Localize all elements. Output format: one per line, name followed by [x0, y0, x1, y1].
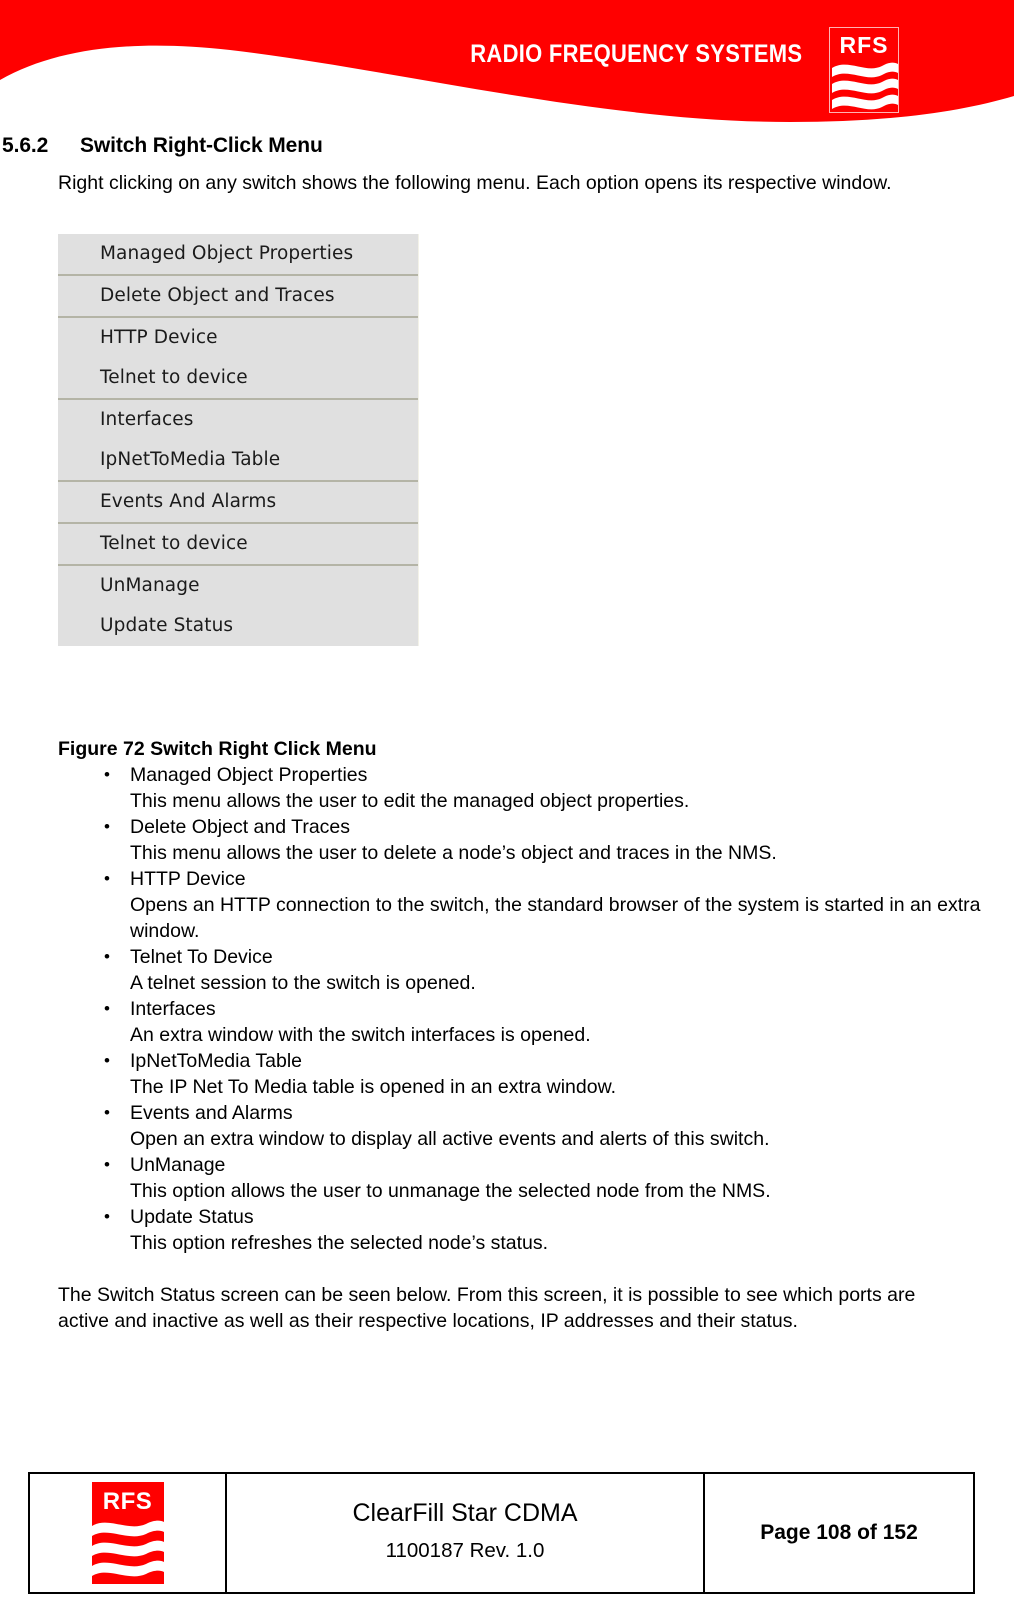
- list-item: • Managed Object Properties This menu al…: [0, 762, 1014, 814]
- menu-group: Events And Alarms: [58, 482, 418, 524]
- menu-item-http-device[interactable]: HTTP Device: [58, 318, 418, 358]
- menu-item-update-status[interactable]: Update Status: [58, 606, 418, 646]
- page-header-banner: RADIO FREQUENCY SYSTEMS RFS: [0, 0, 1014, 128]
- list-item: • Update Status This option refreshes th…: [0, 1204, 1014, 1256]
- option-name: HTTP Device: [130, 868, 246, 890]
- option-name: IpNetToMedia Table: [130, 1050, 302, 1072]
- rfs-logo-letters: RFS: [102, 1488, 153, 1515]
- option-name: UnManage: [130, 1154, 226, 1176]
- page-content: 5.6.2 Switch Right-Click Menu Right click…: [0, 134, 1014, 1334]
- option-description: The IP Net To Media table is opened in a…: [130, 1076, 616, 1098]
- switch-right-click-menu[interactable]: Managed Object Properties Delete Object …: [58, 234, 419, 646]
- rfs-waves-icon: [91, 1520, 164, 1577]
- bullet-icon: •: [104, 1207, 110, 1226]
- menu-option-descriptions: • Managed Object Properties This menu al…: [0, 762, 1014, 1256]
- list-item: • IpNetToMedia Table The IP Net To Media…: [0, 1048, 1014, 1100]
- menu-item-ipnettomedia-table[interactable]: IpNetToMedia Table: [58, 440, 418, 480]
- menu-item-managed-object-properties[interactable]: Managed Object Properties: [58, 234, 418, 274]
- document-revision: 1100187 Rev. 1.0: [385, 1539, 545, 1562]
- footer-title-cell: ClearFill Star CDMA 1100187 Rev. 1.0: [227, 1474, 705, 1592]
- bullet-icon: •: [104, 1155, 110, 1174]
- menu-group: Telnet to device: [58, 524, 418, 566]
- option-description: Open an extra window to display all acti…: [130, 1128, 770, 1150]
- footer-logo-cell: RFS: [30, 1474, 227, 1592]
- menu-item-telnet-to-device[interactable]: Telnet to device: [58, 358, 418, 398]
- bullet-icon: •: [104, 999, 110, 1018]
- figure-caption: Figure 72 Switch Right Click Menu: [58, 738, 377, 760]
- brand-name: RADIO FREQUENCY SYSTEMS: [469, 40, 802, 68]
- section-intro-paragraph: Right clicking on any switch shows the f…: [58, 172, 892, 194]
- option-description: This option refreshes the selected node’…: [130, 1232, 549, 1254]
- option-description: This option allows the user to unmanage …: [130, 1180, 771, 1202]
- page-title: 5.6.2 Switch Right-Click Menu: [0, 134, 1014, 158]
- menu-group: UnManage Update Status: [58, 566, 418, 646]
- page-number: Page 108 of 152: [760, 1521, 918, 1544]
- bullet-icon: •: [104, 1051, 110, 1070]
- bullet-icon: •: [104, 765, 110, 784]
- option-name: Managed Object Properties: [130, 764, 368, 786]
- list-item: • HTTP Device Opens an HTTP connection t…: [0, 866, 1014, 944]
- option-name: Interfaces: [130, 998, 216, 1020]
- list-item: • Delete Object and Traces This menu all…: [0, 814, 1014, 866]
- menu-item-delete-object-and-traces[interactable]: Delete Object and Traces: [58, 276, 418, 316]
- menu-group: Managed Object Properties: [58, 234, 418, 276]
- option-description: This menu allows the user to edit the ma…: [130, 790, 690, 812]
- option-description: An extra window with the switch interfac…: [130, 1024, 591, 1046]
- bullet-icon: •: [104, 869, 110, 888]
- footer-page-cell: Page 108 of 152: [705, 1474, 973, 1592]
- menu-item-unmanage[interactable]: UnManage: [58, 566, 418, 606]
- document-title: ClearFill Star CDMA: [352, 1499, 578, 1527]
- list-item: • Telnet To Device A telnet session to t…: [0, 944, 1014, 996]
- rfs-logo-icon: RFS: [829, 27, 899, 113]
- list-item: • Events and Alarms Open an extra window…: [0, 1100, 1014, 1152]
- option-description: This menu allows the user to delete a no…: [130, 842, 777, 864]
- list-item: • Interfaces An extra window with the sw…: [0, 996, 1014, 1048]
- rfs-waves-icon: [832, 62, 898, 110]
- section-number: 5.6.2: [2, 134, 49, 157]
- option-name: Events and Alarms: [130, 1102, 293, 1124]
- bullet-icon: •: [104, 817, 110, 836]
- option-name: Update Status: [130, 1206, 254, 1228]
- closing-paragraph: The Switch Status screen can be seen bel…: [58, 1284, 916, 1332]
- option-name: Delete Object and Traces: [130, 816, 351, 838]
- menu-group: Interfaces IpNetToMedia Table: [58, 400, 418, 482]
- menu-group: HTTP Device Telnet to device: [58, 318, 418, 400]
- rfs-logo-icon: RFS: [91, 1482, 164, 1584]
- option-description: A telnet session to the switch is opened…: [130, 972, 476, 994]
- menu-item-telnet-to-device-2[interactable]: Telnet to device: [58, 524, 418, 564]
- menu-group: Delete Object and Traces: [58, 276, 418, 318]
- menu-item-events-and-alarms[interactable]: Events And Alarms: [58, 482, 418, 522]
- option-description: Opens an HTTP connection to the switch, …: [130, 894, 981, 942]
- page-footer: RFS ClearFill Star CDMA 1100187 Rev. 1.0…: [28, 1472, 975, 1594]
- bullet-icon: •: [104, 947, 110, 966]
- section-title: Switch Right-Click Menu: [80, 134, 323, 157]
- bullet-icon: •: [104, 1103, 110, 1122]
- menu-item-interfaces[interactable]: Interfaces: [58, 400, 418, 440]
- rfs-logo-letters: RFS: [839, 32, 889, 58]
- list-item: • UnManage This option allows the user t…: [0, 1152, 1014, 1204]
- option-name: Telnet To Device: [130, 946, 273, 968]
